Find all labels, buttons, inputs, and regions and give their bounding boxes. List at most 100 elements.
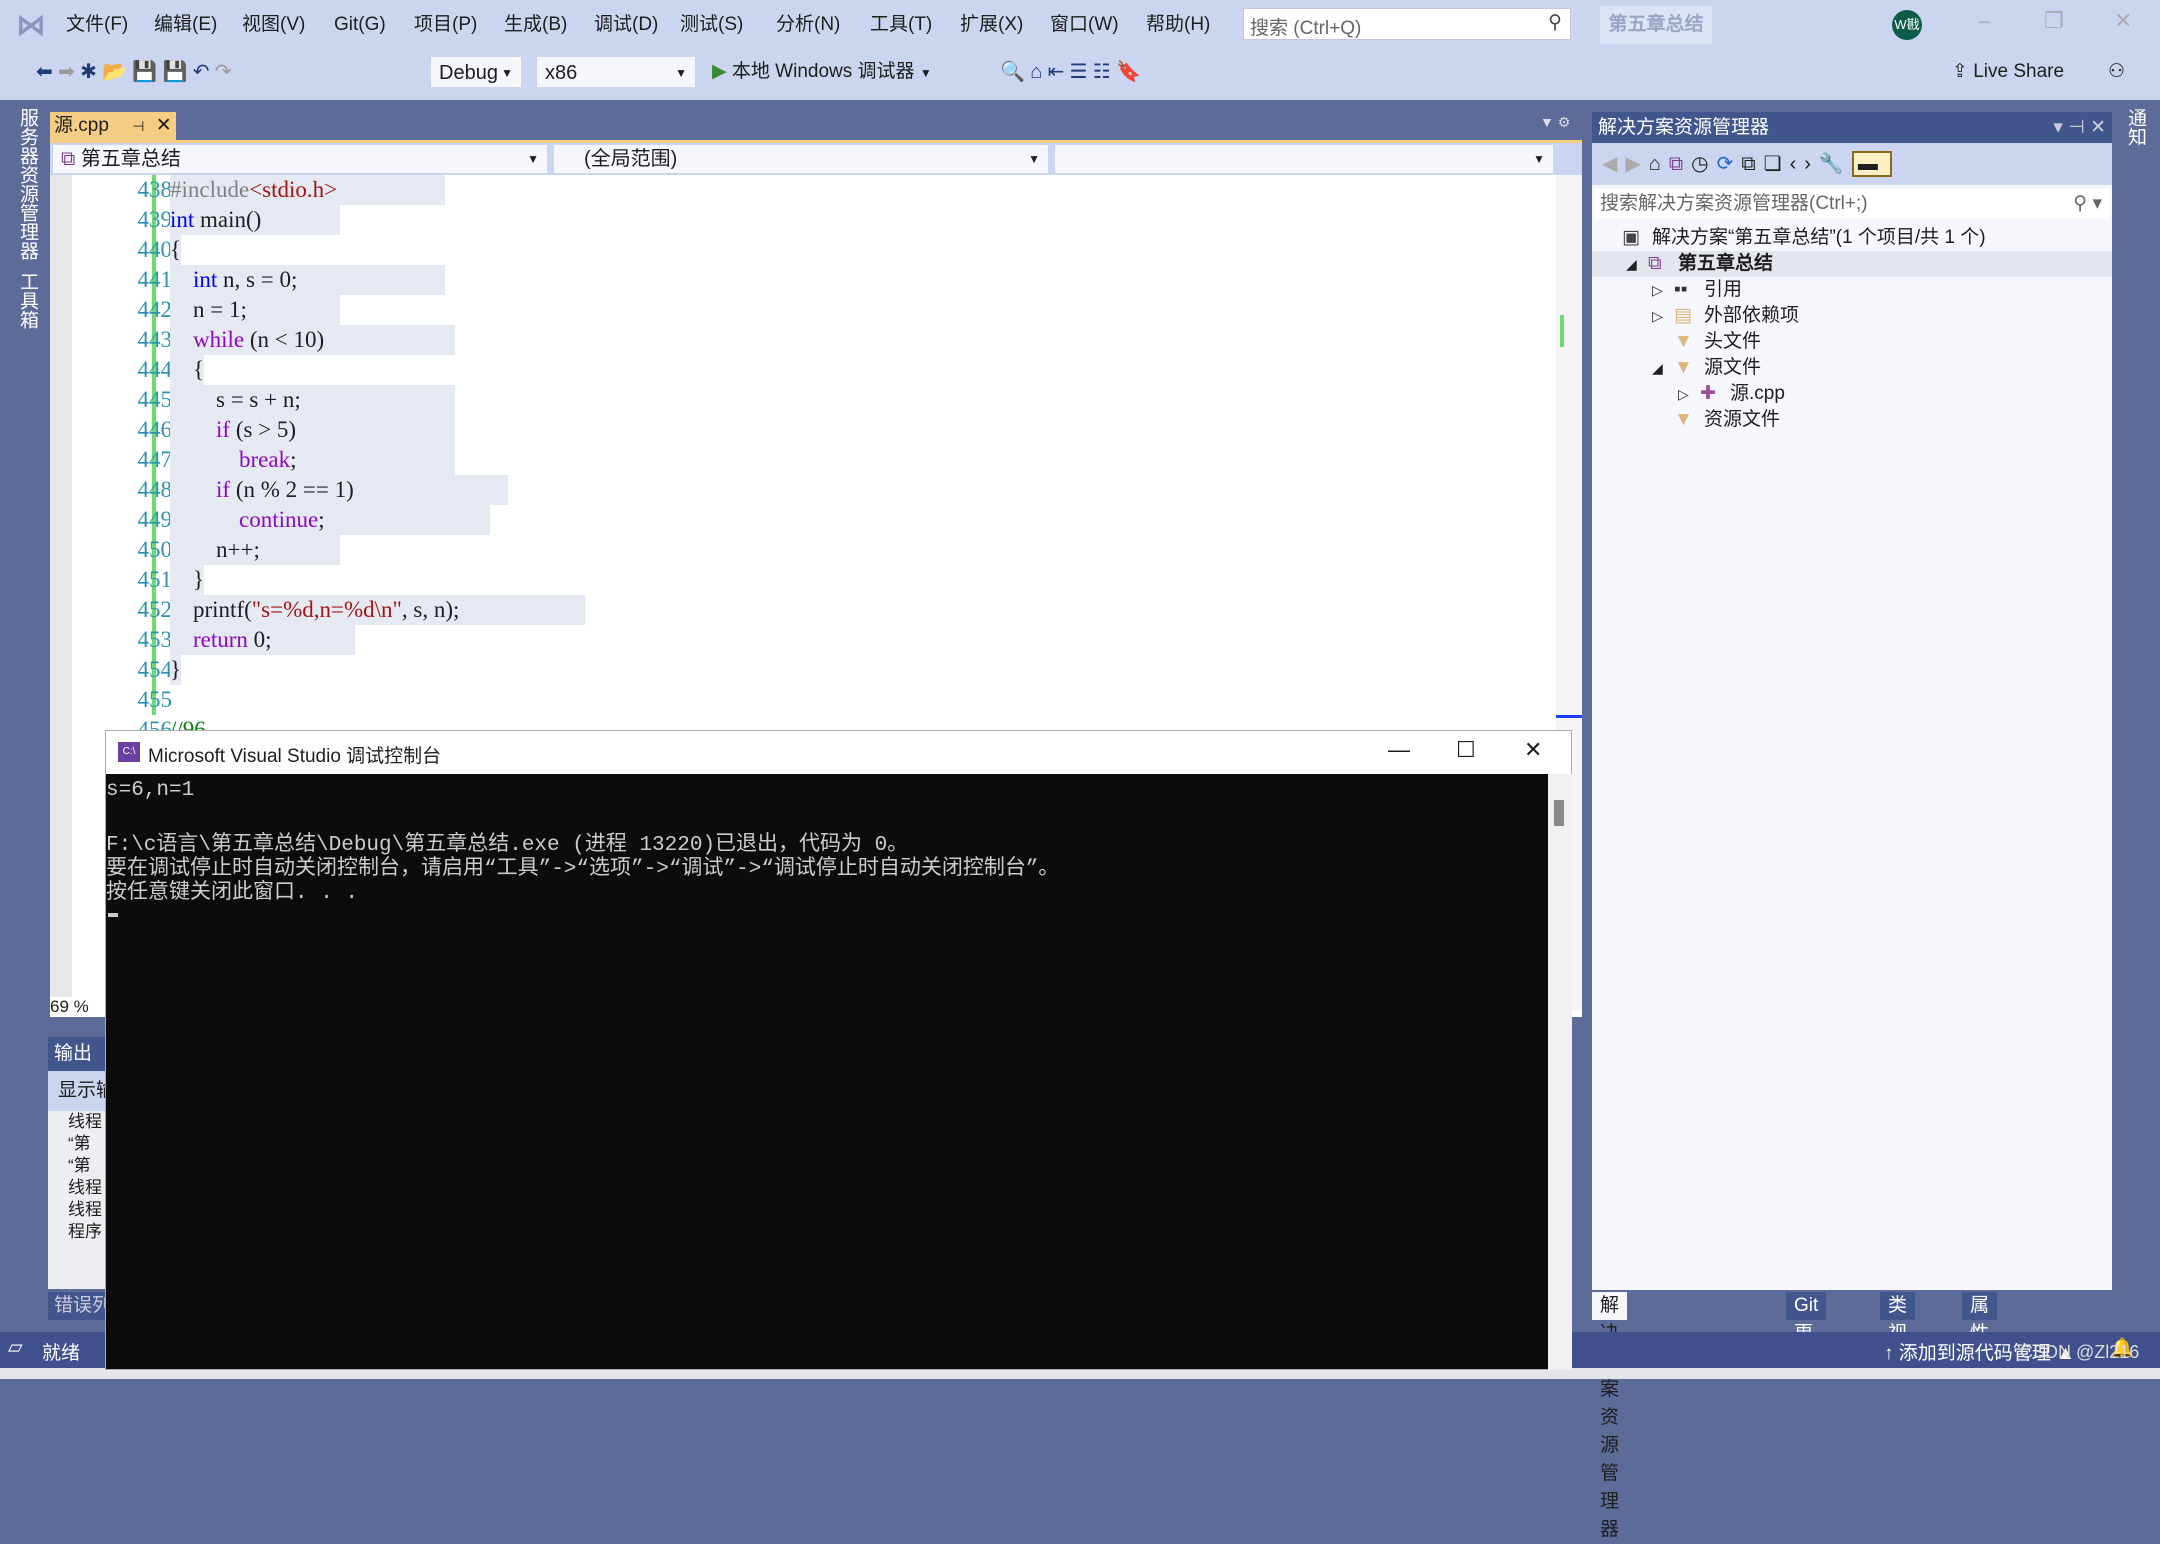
find-in-files-icon[interactable]: 🔍 <box>1000 56 1025 88</box>
save-all-icon[interactable]: 💾 <box>163 56 188 88</box>
menu-item[interactable]: 测试(S) <box>680 10 743 40</box>
expander-icon[interactable]: ◢ <box>1626 251 1648 277</box>
config-combo[interactable]: Debug ▼ <box>430 56 522 88</box>
menu-item[interactable]: 窗口(W) <box>1050 10 1119 40</box>
expander-icon[interactable]: ◢ <box>1652 355 1674 381</box>
pending-changes-icon[interactable]: ◷ <box>1691 153 1716 175</box>
open-icon[interactable]: 📂 <box>102 56 127 88</box>
tree-item[interactable]: ▼ 头文件 <box>1592 329 2112 355</box>
panel-controls-icon[interactable]: ▾ ⊣ ✕ <box>2053 112 2106 143</box>
tab-server-explorer[interactable]: 服务器资源管理器 <box>14 108 41 260</box>
platform-combo[interactable]: x86 ▼ <box>536 56 696 88</box>
cpp-file-icon: ✚ <box>1700 383 1716 404</box>
expander-icon[interactable]: ▷ <box>1652 303 1674 329</box>
menu-item[interactable]: 生成(B) <box>504 10 567 40</box>
code-line: 454} <box>50 655 1550 685</box>
tree-item[interactable]: ◢ ▼ 源文件 <box>1592 355 2112 381</box>
tree-item[interactable]: ▷ ✚ 源.cpp <box>1592 381 2112 407</box>
avatar[interactable]: W戡 <box>1892 10 1922 40</box>
back-icon[interactable]: ◀ <box>1602 153 1625 175</box>
code-icon[interactable]: ‹› <box>1790 153 1819 175</box>
expander-icon[interactable]: ▷ <box>1678 381 1700 407</box>
menu-item[interactable]: 视图(V) <box>242 10 305 40</box>
sync-icon[interactable]: ⟳ <box>1717 153 1742 175</box>
menu-item[interactable]: 帮助(H) <box>1146 10 1210 40</box>
tab-solution-bottom[interactable]: Git 更改 <box>1786 1292 1827 1372</box>
tree-item[interactable]: ▣ 解决方案“第五章总结”(1 个项目/共 1 个) <box>1592 225 2112 251</box>
zoom-level[interactable]: 69 % <box>50 997 98 1017</box>
code-line: 448 if (n % 2 == 1) <box>50 475 1550 505</box>
console-minimize-icon[interactable]: — <box>1388 737 1410 763</box>
show-all-files-icon[interactable]: ❏ <box>1764 153 1790 175</box>
tab-solution-bottom[interactable]: 属性 <box>1962 1292 1998 1344</box>
member-combo[interactable]: ▼ <box>1054 144 1554 174</box>
tab-notifications[interactable]: 通知 <box>2122 108 2149 146</box>
expander-icon[interactable]: ▷ <box>1652 277 1674 303</box>
console-scrollbar[interactable] <box>1548 774 1572 1370</box>
preview-icon[interactable]: ▬ <box>1851 151 1892 177</box>
line-number: 441 <box>137 267 173 292</box>
console-maximize-icon[interactable]: ☐ <box>1456 737 1476 763</box>
properties-icon[interactable]: 🔧 <box>1819 153 1852 175</box>
tree-item[interactable]: ▼ 资源文件 <box>1592 407 2112 433</box>
undo-icon[interactable]: ↶ <box>193 56 210 88</box>
menu-item[interactable]: 调试(D) <box>594 10 658 40</box>
tab-toolbox[interactable]: 工具箱 <box>14 272 41 329</box>
tab-overflow-icon[interactable]: ▼ ⚙ <box>1540 114 1570 131</box>
new-project-icon[interactable]: ✱ <box>80 56 97 88</box>
collapse-icon[interactable]: ⧉ <box>1741 153 1763 175</box>
home-icon[interactable]: ⌂ <box>1649 153 1669 175</box>
debug-console-window[interactable]: C:\ Microsoft Visual Studio 调试控制台 — ☐ ✕ … <box>105 730 1572 1370</box>
solution-search-input[interactable]: 搜索解决方案资源管理器(Ctrl+;) ⚲ ▾ <box>1594 189 2110 219</box>
output-line: 线程 <box>68 1200 102 1219</box>
output-source-label[interactable]: 显示输 <box>48 1071 108 1111</box>
menu-item[interactable]: 工具(T) <box>870 10 932 40</box>
uncomment-icon[interactable]: ☷ <box>1093 56 1111 88</box>
menu-item[interactable]: Git(G) <box>334 10 386 40</box>
tree-item[interactable]: ▷ ▪▪ 引用 <box>1592 277 2112 303</box>
line-number: 450 <box>137 537 173 562</box>
line-number: 447 <box>137 447 173 472</box>
search-box[interactable]: 搜索 (Ctrl+Q) ⚲ <box>1243 8 1571 40</box>
menu-item[interactable]: 扩展(X) <box>960 10 1023 40</box>
close-icon[interactable]: ✕ <box>2114 8 2132 34</box>
tab-source-cpp[interactable]: 源.cpp ⊣ ✕ <box>50 112 176 140</box>
back-icon[interactable]: ⬅ <box>36 56 53 88</box>
restore-icon[interactable]: ❐ <box>2044 8 2064 34</box>
menu-item[interactable]: 分析(N) <box>776 10 840 40</box>
minimize-icon[interactable]: – <box>1978 8 1990 34</box>
solution-explorer-title: 解决方案资源管理器 <box>1598 117 1770 138</box>
pin-icon[interactable]: ⊣ <box>132 118 144 134</box>
tab-solution-bottom[interactable]: 解决方案资源管理器 <box>1592 1292 1628 1540</box>
run-debugger-button[interactable]: ▶ 本地 Windows 调试器 ▼ <box>712 56 932 88</box>
tab-error-list[interactable]: 错误列 <box>48 1292 108 1320</box>
project-combo[interactable]: ⧉ 第五章总结 ▼ <box>52 144 548 174</box>
window-icon[interactable]: ⌂ <box>1030 56 1042 88</box>
forward-icon[interactable]: ➡ <box>58 56 75 88</box>
console-close-icon[interactable]: ✕ <box>1524 737 1542 763</box>
menu-item[interactable]: 项目(P) <box>414 10 477 40</box>
tab-close-icon[interactable]: ✕ <box>156 115 172 136</box>
menu-item[interactable]: 编辑(E) <box>154 10 217 40</box>
feedback-icon[interactable]: ⚇ <box>2108 56 2125 88</box>
comment-icon[interactable]: ☰ <box>1070 56 1088 88</box>
scope-combo[interactable]: (全局范围) ▼ <box>553 144 1049 174</box>
scope-combo-value: (全局范围) <box>584 148 678 170</box>
tree-item[interactable]: ◢ ⧉ 第五章总结 <box>1592 251 2112 277</box>
live-share-button[interactable]: ⇪ Live Share <box>1952 56 2064 88</box>
output-panel: 输出 显示输 线程 “第 “第 线程 线程 程序 <box>48 1037 108 1289</box>
code-line: 441 int n, s = 0; <box>50 265 1550 295</box>
save-icon[interactable]: 💾 <box>132 56 157 88</box>
redo-icon[interactable]: ↷ <box>215 56 232 88</box>
code-text: } <box>170 565 205 595</box>
cpp-project-icon: ⧉ <box>1648 253 1662 274</box>
tree-item[interactable]: ▷ ▤ 外部依赖项 <box>1592 303 2112 329</box>
code-line: 438 #include<stdio.h> <box>50 175 1550 205</box>
forward-icon[interactable]: ▶ <box>1625 153 1648 175</box>
bookmark-icon[interactable]: 🔖 <box>1116 56 1141 88</box>
menu-item[interactable]: 文件(F) <box>66 10 128 40</box>
step-icon[interactable]: ⇤ <box>1048 56 1065 88</box>
solution-name-badge: 第五章总结 <box>1600 6 1712 44</box>
tab-solution-bottom[interactable]: 类视图 <box>1880 1292 1916 1372</box>
switch-views-icon[interactable]: ⧉ <box>1669 153 1691 175</box>
